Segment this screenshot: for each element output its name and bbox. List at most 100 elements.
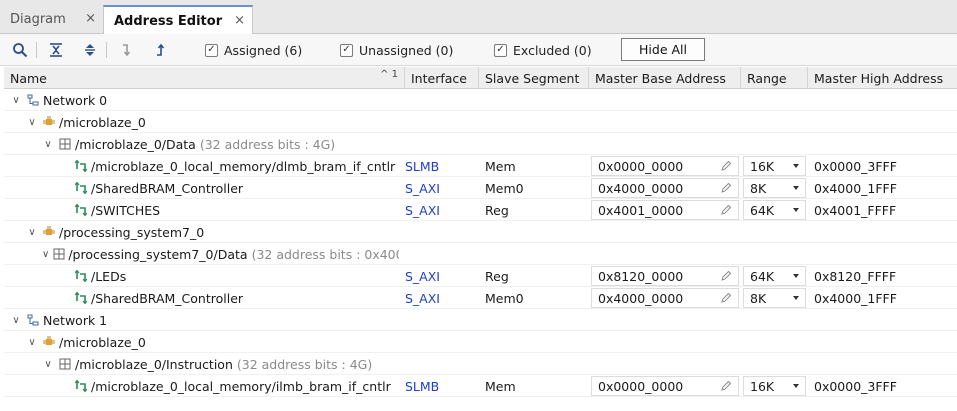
slave-segment-cell: Mem0 bbox=[485, 287, 585, 309]
master-high-address-cell: 0x8120_FFFF bbox=[814, 265, 954, 287]
dropdown-arrow-icon[interactable] bbox=[793, 208, 799, 212]
master-base-address-field[interactable]: 0x4000_0000 bbox=[591, 288, 739, 308]
table-row[interactable]: ∨ /microblaze_0 bbox=[4, 111, 957, 133]
range-select[interactable]: 16K bbox=[743, 376, 806, 396]
pencil-icon[interactable] bbox=[720, 160, 732, 175]
column-name[interactable]: Name ^ 1 bbox=[4, 67, 405, 89]
hide-all-button[interactable]: Hide All bbox=[621, 38, 705, 61]
move-down-icon[interactable] bbox=[116, 40, 136, 60]
table-row[interactable]: ∨ /processing_system7_0 bbox=[4, 221, 957, 243]
row-name: /microblaze_0_local_memory/dlmb_bram_if_… bbox=[91, 158, 396, 174]
pencil-icon[interactable] bbox=[720, 204, 732, 219]
collapse-all-icon[interactable] bbox=[46, 40, 66, 60]
interface-link[interactable]: SLMB bbox=[405, 155, 477, 177]
interface-link[interactable]: S_AXI bbox=[405, 177, 477, 199]
master-base-address-field[interactable]: 0x8120_0000 bbox=[591, 266, 739, 286]
column-interface[interactable]: Interface bbox=[405, 67, 479, 89]
search-icon[interactable] bbox=[10, 40, 30, 60]
master-base-address-value: 0x0000_0000 bbox=[598, 158, 684, 174]
dropdown-arrow-icon[interactable] bbox=[793, 296, 799, 300]
table-row[interactable]: /microblaze_0_local_memory/dlmb_bram_if_… bbox=[4, 155, 957, 177]
table-row[interactable]: ∨ Network 1 bbox=[4, 309, 957, 331]
column-master-high-label: Master High Address bbox=[814, 70, 944, 86]
chevron-down-icon[interactable]: ∨ bbox=[26, 117, 38, 128]
interface-link[interactable]: S_AXI bbox=[405, 287, 477, 309]
chevron-down-icon[interactable]: ∨ bbox=[26, 227, 38, 238]
assigned-checkbox[interactable]: ✓ Assigned (6) bbox=[205, 41, 302, 59]
master-base-address-field[interactable]: 0x4000_0000 bbox=[591, 178, 739, 198]
close-icon[interactable]: × bbox=[85, 11, 96, 26]
pencil-icon[interactable] bbox=[720, 292, 732, 307]
dropdown-arrow-icon[interactable] bbox=[793, 186, 799, 190]
range-select[interactable]: 16K bbox=[743, 156, 806, 176]
row-name: /microblaze_0 bbox=[59, 114, 146, 130]
table-row[interactable]: /SharedBRAM_Controller S_AXI Mem0 0x4000_00… bbox=[4, 287, 957, 309]
pencil-icon[interactable] bbox=[720, 380, 732, 395]
network-icon bbox=[26, 313, 40, 327]
table-row[interactable]: ∨ Network 0 bbox=[4, 89, 957, 111]
pencil-icon[interactable] bbox=[720, 182, 732, 197]
chevron-down-icon[interactable]: ∨ bbox=[10, 95, 22, 106]
table-row[interactable]: ∨ /microblaze_0 bbox=[4, 331, 957, 353]
table-row[interactable]: /LEDs S_AXI Reg 0x8120_0000 64K 0x8120_FFFF bbox=[4, 265, 957, 287]
column-master-base-address[interactable]: Master Base Address bbox=[589, 67, 741, 89]
interface-link-text: SLMB bbox=[405, 378, 440, 394]
master-base-address-value: 0x4000_0000 bbox=[598, 180, 684, 196]
column-range[interactable]: Range bbox=[741, 67, 808, 89]
move-up-icon[interactable] bbox=[150, 40, 170, 60]
column-master-base-label: Master Base Address bbox=[595, 70, 726, 86]
unassigned-checkbox[interactable]: ✓ Unassigned (0) bbox=[340, 41, 453, 59]
name-cell: /SharedBRAM_Controller bbox=[58, 287, 399, 309]
name-cell: ∨ /microblaze_0/Data (32 address bits : 4G… bbox=[42, 133, 399, 155]
column-master-high-address[interactable]: Master High Address bbox=[808, 67, 957, 89]
column-slave-segment[interactable]: Slave Segment bbox=[479, 67, 589, 89]
close-icon[interactable]: × bbox=[234, 13, 245, 28]
chevron-down-icon[interactable]: ∨ bbox=[26, 337, 38, 348]
table-row[interactable]: ∨ /microblaze_0/Data (32 address bits : 4G… bbox=[4, 133, 957, 155]
interface-link[interactable]: S_AXI bbox=[405, 265, 477, 287]
chevron-down-icon[interactable]: ∨ bbox=[42, 249, 49, 260]
range-select[interactable]: 8K bbox=[743, 288, 806, 308]
address-segment-icon bbox=[74, 159, 88, 173]
table-row[interactable]: ∨ /processing_system7_0/Data (32 address b… bbox=[4, 243, 957, 265]
address-segment-icon bbox=[74, 269, 88, 283]
chevron-down-icon[interactable]: ∨ bbox=[42, 359, 54, 370]
column-name-label: Name bbox=[10, 70, 47, 86]
master-base-address-field[interactable]: 0x0000_0000 bbox=[591, 376, 739, 396]
dropdown-arrow-icon[interactable] bbox=[793, 274, 799, 278]
processor-icon bbox=[42, 225, 56, 239]
interface-link-text: SLMB bbox=[405, 158, 440, 174]
slave-segment-cell-text: Mem bbox=[485, 378, 516, 394]
name-cell: ∨ /processing_system7_0/Data (32 address b… bbox=[42, 243, 399, 265]
tab-bar: Diagram × Address Editor × bbox=[0, 0, 957, 35]
tab-diagram[interactable]: Diagram × bbox=[0, 5, 103, 34]
range-select[interactable]: 64K bbox=[743, 266, 806, 286]
master-base-address-value: 0x4001_0000 bbox=[598, 202, 684, 218]
table-row[interactable]: /microblaze_0_local_memory/ilmb_bram_if_… bbox=[4, 375, 957, 397]
tab-address-editor[interactable]: Address Editor × bbox=[103, 5, 253, 35]
pencil-icon[interactable] bbox=[720, 270, 732, 285]
row-name: /LEDs bbox=[91, 268, 127, 284]
table-row[interactable]: ∨ /microblaze_0/Instruction (32 address bi… bbox=[4, 353, 957, 375]
range-select[interactable]: 8K bbox=[743, 178, 806, 198]
chevron-down-icon[interactable]: ∨ bbox=[10, 315, 22, 326]
processor-icon bbox=[42, 115, 56, 129]
master-high-address-cell: 0x0000_3FFF bbox=[814, 375, 954, 397]
table-row[interactable]: /SharedBRAM_Controller S_AXI Mem0 0x4000_00… bbox=[4, 177, 957, 199]
master-base-address-field[interactable]: 0x4001_0000 bbox=[591, 200, 739, 220]
slave-segment-cell-text: Mem bbox=[485, 158, 516, 174]
column-slave-segment-label: Slave Segment bbox=[485, 70, 580, 86]
interface-link-text: S_AXI bbox=[405, 268, 440, 284]
master-base-address-field[interactable]: 0x0000_0000 bbox=[591, 156, 739, 176]
row-name: /SharedBRAM_Controller bbox=[91, 180, 244, 196]
interface-link[interactable]: SLMB bbox=[405, 375, 477, 397]
chevron-down-icon[interactable]: ∨ bbox=[42, 139, 54, 150]
address-space-icon bbox=[58, 357, 72, 371]
table-row[interactable]: /SWITCHES S_AXI Reg 0x4001_0000 64K 0x4001_FF… bbox=[4, 199, 957, 221]
excluded-checkbox[interactable]: ✓ Excluded (0) bbox=[494, 41, 592, 59]
dropdown-arrow-icon[interactable] bbox=[793, 164, 799, 168]
dropdown-arrow-icon[interactable] bbox=[793, 384, 799, 388]
range-select[interactable]: 64K bbox=[743, 200, 806, 220]
expand-all-icon[interactable] bbox=[80, 40, 100, 60]
interface-link[interactable]: S_AXI bbox=[405, 199, 477, 221]
